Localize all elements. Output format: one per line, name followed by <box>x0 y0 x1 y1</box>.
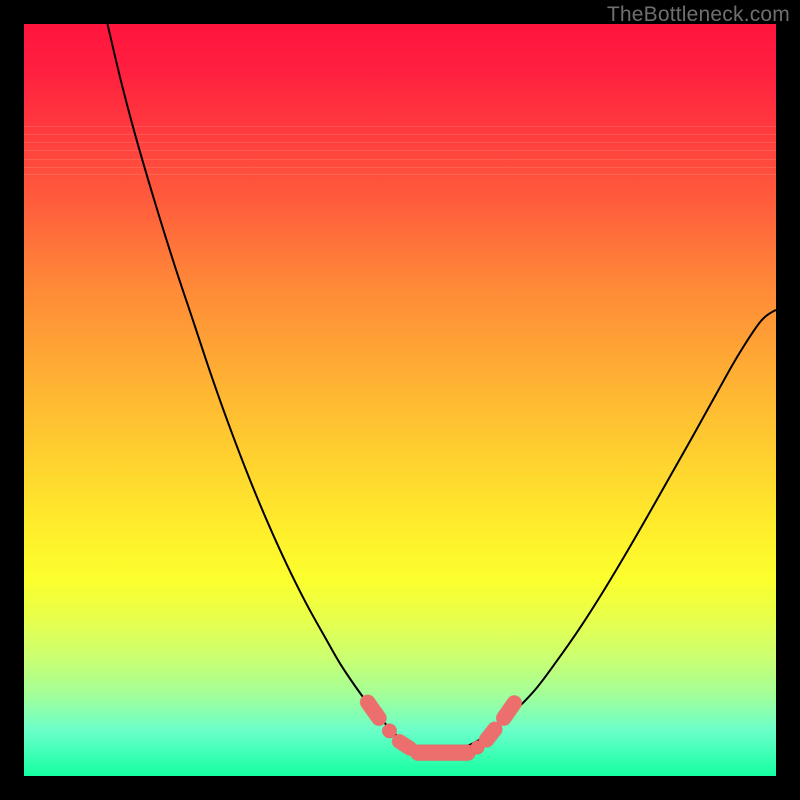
curve-marker <box>504 703 515 718</box>
curve-marker <box>486 729 494 740</box>
curve-marker <box>399 741 410 748</box>
watermark-text: TheBottleneck.com <box>607 3 790 27</box>
outer-frame: TheBottleneck.com <box>0 0 800 800</box>
bottleneck-curve <box>107 24 776 753</box>
curve-layer <box>24 24 776 776</box>
plot-area <box>24 24 776 776</box>
curve-marker <box>368 702 379 718</box>
